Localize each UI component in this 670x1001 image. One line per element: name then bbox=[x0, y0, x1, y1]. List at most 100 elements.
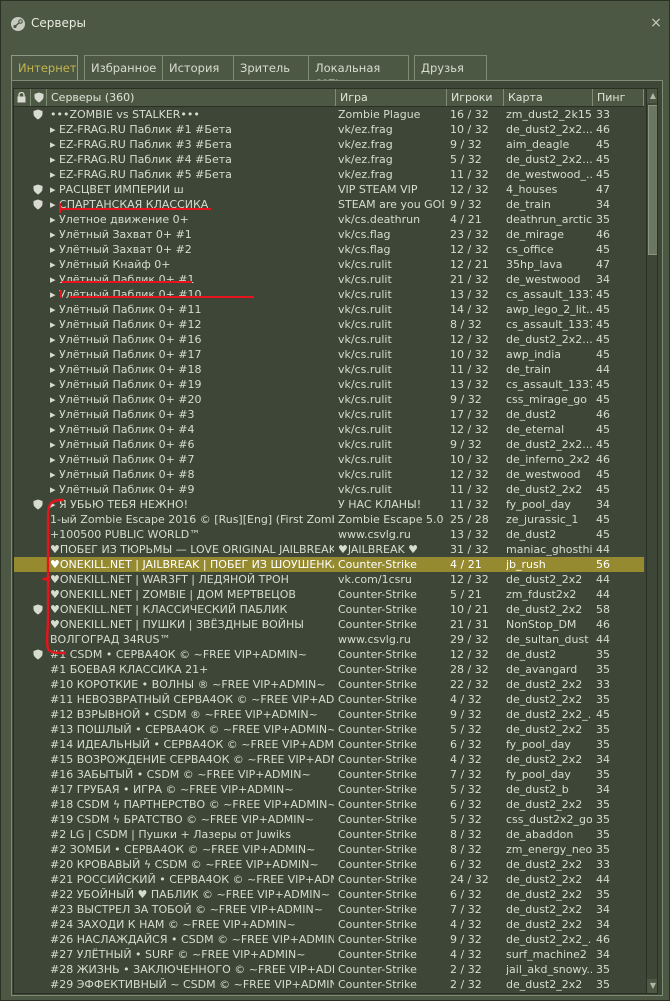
table-row[interactable]: #23 ВЫСТРЕЛ ЗА ТОБОЙ © ~FREE VIP+ADMIN~ C… bbox=[14, 902, 644, 917]
server-game: Counter-Strike bbox=[338, 948, 417, 961]
table-row[interactable]: ▸ Улётный Паблик 0+ #19 vk/cs.rulit 13 / 3… bbox=[14, 377, 644, 392]
tab-internet[interactable]: Интернет bbox=[11, 55, 78, 81]
column-servers[interactable]: Серверы (360) bbox=[47, 89, 336, 106]
table-row[interactable]: #13 ПОШЛЫЙ • СЕРВА4ОК © ~FREE VIP+ADMIN~… bbox=[14, 722, 644, 737]
server-ping: 35 bbox=[596, 648, 610, 661]
server-map: deathrun_arctic bbox=[506, 213, 592, 226]
table-row[interactable]: ▸ Улётный Паблик 0+ #3 vk/cs.rulit 17 / 32… bbox=[14, 407, 644, 422]
table-row[interactable]: ♥ONEKILL.NET | ZOMBIE | ДОМ МЕРТВЕЦОВ Cou… bbox=[14, 587, 644, 602]
table-row[interactable]: ▸ Улётный Захват 0+ #2 vk/cs.flag 12 / 32 c… bbox=[14, 242, 644, 257]
table-row[interactable]: ▸ Улетное движение 0+ vk/cs.deathrun 4 / 2… bbox=[14, 212, 644, 227]
scroll-down-button[interactable]: ▼ bbox=[647, 979, 657, 993]
server-name: ▸ РАСЦВЕТ ИМПЕРИИ ꟺ bbox=[50, 183, 184, 196]
table-row[interactable]: ▸ Я УБЬЮ ТЕБЯ НЕЖНО! У НАС КЛАНЫ! 11 / 32 f… bbox=[14, 497, 644, 512]
table-row[interactable]: #27 УЛЁТНЫЙ • SURF © ~FREE VIP+ADMIN~ Cou… bbox=[14, 947, 644, 962]
vertical-scrollbar[interactable]: ▲ ▼ bbox=[646, 89, 657, 993]
server-ping: 33 bbox=[596, 678, 610, 691]
tab-spectator[interactable]: Зритель bbox=[233, 55, 309, 80]
server-ping: 35 bbox=[596, 213, 610, 226]
table-row[interactable]: ВОЛГОГРАД 34RUS™ www.csvlg.ru 29 / 32 de_su… bbox=[14, 632, 644, 647]
server-game: Counter-Strike bbox=[338, 783, 417, 796]
server-map: de_dust2_2x2 bbox=[506, 978, 583, 991]
table-row[interactable]: #17 ГРУБАЯ • ИГРА © ~FREE VIP+ADMIN~ Coun… bbox=[14, 782, 644, 797]
table-row[interactable]: ▸ Улётный Паблик 0+ #1 vk/cs.rulit 21 / 32… bbox=[14, 272, 644, 287]
table-row[interactable]: #2 LG | CSDM | Пушки + Лазеры от Juwiks C… bbox=[14, 827, 644, 842]
table-row[interactable]: ♥ONEKILL.NET | ПУШКИ | ЗВЁЗДНЫЕ ВОЙНЫ Cou… bbox=[14, 617, 644, 632]
title-bar[interactable]: Серверы × bbox=[1, 1, 669, 45]
column-map[interactable]: Карта bbox=[504, 89, 593, 106]
server-game: VIP STEAM VIP bbox=[338, 183, 418, 196]
server-map: fy_pool_day bbox=[506, 498, 571, 511]
server-game: vk/cs.rulit bbox=[338, 483, 392, 496]
table-row[interactable]: ♥ONEKILL.NET | КЛАССИЧЕСКИЙ ПАБЛИК Counte… bbox=[14, 602, 644, 617]
table-row[interactable]: #20 КРОВАВЫЙ ϟ CSDM © ~FREE VIP+ADMIN~ Co… bbox=[14, 857, 644, 872]
server-ping: 45 bbox=[596, 513, 610, 526]
server-game: Counter-Strike bbox=[338, 618, 417, 631]
table-row[interactable]: #15 ВОЗРОЖДЕНИЕ СЕРВА4ОК © ~FREE VIP+ADM… bbox=[14, 752, 644, 767]
table-row[interactable]: #19 CSDM ϟ БРАТСТВО © ~FREE VIP+ADMIN~ Co… bbox=[14, 812, 644, 827]
table-row[interactable]: #10 КОРОТКИЕ • ВОЛНЫ ® ~FREE VIP+ADMIN~ C… bbox=[14, 677, 644, 692]
table-row[interactable]: #16 ЗАБЫТЫЙ • CSDM © ~FREE VIP+ADMIN~ Cou… bbox=[14, 767, 644, 782]
table-row[interactable]: #22 УБОЙНЫЙ ♥ ПАБЛИК © ~FREE VIP+ADMIN~ C… bbox=[14, 887, 644, 902]
table-row[interactable]: ♥ONEKILL.NET | JAILBREAK | ПОБЕГ ИЗ ШОУШ… bbox=[14, 557, 644, 572]
server-game: vk/cs.rulit bbox=[338, 303, 392, 316]
server-game: vk/ez.frag bbox=[338, 138, 393, 151]
table-row[interactable]: #1 CSDM • СЕРВА4ОК © ~FREE VIP+ADMIN~ Cou… bbox=[14, 647, 644, 662]
table-row[interactable]: ▸ Улётный Паблик 0+ #12 vk/cs.rulit 8 / 32… bbox=[14, 317, 644, 332]
table-row[interactable]: #29 ЭФФЕКТИВНЫЙ ~ CSDM © ~FREE VIP+ADMIN… bbox=[14, 977, 644, 992]
table-row[interactable]: ▸ Улётный Паблик 0+ #4 vk/cs.rulit 12 / 32… bbox=[14, 422, 644, 437]
tab-favorites[interactable]: Избранное bbox=[84, 55, 163, 80]
table-row[interactable]: #28 ЖИЗНЬ • ЗАКЛЮЧЕННОГО © ~FREE VIP+ADM… bbox=[14, 962, 644, 977]
table-row[interactable]: #1 БОЕВАЯ КЛАССИКА 21+ Counter-Strike 28 /… bbox=[14, 662, 644, 677]
close-button[interactable]: × bbox=[649, 15, 663, 31]
table-row[interactable]: #26 НАСЛАЖДАЙСЯ • CSDM © ~FREE VIP+ADMIN… bbox=[14, 932, 644, 947]
table-row[interactable]: ▸ Улётный Паблик 0+ #16 vk/cs.rulit 12 / 3… bbox=[14, 332, 644, 347]
table-row[interactable]: #12 ВЗРЫВНОЙ • CSDM ® ~FREE VIP+ADMIN~ Co… bbox=[14, 707, 644, 722]
table-row[interactable]: ▸ EZ-FRAG.RU Паблик #1 #Бета vk/ez.frag 10… bbox=[14, 122, 644, 137]
table-row[interactable]: ▸ Улётный Захват 0+ #1 vk/cs.flag 23 / 32 d… bbox=[14, 227, 644, 242]
annotation-underline bbox=[60, 290, 62, 298]
column-password[interactable] bbox=[14, 89, 31, 106]
table-row[interactable]: ♥ONEKILL.NET | WAR3FT | ЛЕДЯНОЙ ТРОН vk.c… bbox=[14, 572, 644, 587]
table-row[interactable]: ▸ РАСЦВЕТ ИМПЕРИИ ꟺ VIP STEAM VIP 12 / 32 4… bbox=[14, 182, 644, 197]
scroll-up-button[interactable]: ▲ bbox=[647, 89, 657, 103]
server-ping: 34 bbox=[596, 948, 610, 961]
column-secure[interactable] bbox=[31, 89, 47, 106]
table-row[interactable]: #18 CSDM ϟ ПАРТНЕРСТВО © ~FREE VIP+ADMIN… bbox=[14, 797, 644, 812]
table-row[interactable]: ♥ПОБЕГ ИЗ ТЮРЬМЫ — LOVE ORIGINAL JAILBRE… bbox=[14, 542, 644, 557]
tab-history[interactable]: История bbox=[162, 55, 234, 80]
server-game: Counter-Strike bbox=[338, 603, 417, 616]
table-row[interactable]: ▸ Улётный Паблик 0+ #6 vk/cs.rulit 9 / 32 d… bbox=[14, 437, 644, 452]
table-row[interactable]: #2 ЗОМБИ • СЕРВА4ОК © ~FREE VIP+ADMIN~ Co… bbox=[14, 842, 644, 857]
tab-friends[interactable]: Друзья bbox=[414, 55, 487, 80]
table-row[interactable]: ▸ EZ-FRAG.RU Паблик #3 #Бета vk/ez.frag 9 … bbox=[14, 137, 644, 152]
column-game[interactable]: Игра bbox=[336, 89, 447, 106]
table-row[interactable]: ▸ Улётный Паблик 0+ #10 vk/cs.rulit 13 / 3… bbox=[14, 287, 644, 302]
tab-lan[interactable]: Локальная сеть bbox=[308, 55, 409, 89]
table-row[interactable]: #24 ЗАХОДИ К НАМ © ~FREE VIP+ADMIN~ Count… bbox=[14, 917, 644, 932]
column-players[interactable]: Игроки bbox=[447, 89, 504, 106]
scroll-thumb[interactable] bbox=[648, 105, 657, 255]
table-row[interactable]: •••ZOMBIE vs STALKER••• Zombie Plague 16 /… bbox=[14, 107, 644, 122]
table-row[interactable]: ▸ EZ-FRAG.RU Паблик #5 #Бета vk/ez.frag 11… bbox=[14, 167, 644, 182]
table-row[interactable]: ▸ Улётный Паблик 0+ #18 vk/cs.rulit 11 / 3… bbox=[14, 362, 644, 377]
table-row[interactable]: ▸ Улётный Паблик 0+ #8 vk/cs.rulit 12 / 32… bbox=[14, 467, 644, 482]
lock-icon bbox=[17, 92, 26, 103]
server-players: 11 / 32 bbox=[450, 483, 489, 496]
table-row[interactable]: ▸ Улётный Паблик 0+ #9 vk/cs.rulit 11 / 32… bbox=[14, 482, 644, 497]
table-row[interactable]: ▸ Улётный Паблик 0+ #17 vk/cs.rulit 10 / 3… bbox=[14, 347, 644, 362]
table-row[interactable]: 1-ый Zombie Escape 2016 © [Rus][Eng] (Fi… bbox=[14, 512, 644, 527]
table-row[interactable]: ▸ Улётный Паблик 0+ #11 vk/cs.rulit 14 / 3… bbox=[14, 302, 644, 317]
table-row[interactable]: #14 ИДЕАЛЬНЫЙ • СЕРВА4ОК © ~FREE VIP+ADM… bbox=[14, 737, 644, 752]
server-players: 12 / 32 bbox=[450, 648, 489, 661]
column-ping[interactable]: Пинг bbox=[593, 89, 644, 106]
server-name: ♥ONEKILL.NET | JAILBREAK | ПОБЕГ ИЗ ШОУШ… bbox=[50, 558, 334, 571]
table-row[interactable]: +100500 PUBLIC WORLD™ www.csvlg.ru 13 / 32… bbox=[14, 527, 644, 542]
table-row[interactable]: ▸ EZ-FRAG.RU Паблик #4 #Бета vk/ez.frag 5 … bbox=[14, 152, 644, 167]
table-row[interactable]: #21 РОССИЙСКИЙ • СЕРВА4ОК © ~FREE VIP+AD… bbox=[14, 872, 644, 887]
table-row[interactable]: ▸ Улётный Паблик 0+ #7 vk/cs.rulit 10 / 32… bbox=[14, 452, 644, 467]
server-map: cs_assault_1337 bbox=[506, 378, 592, 391]
table-row[interactable]: ▸ Улётный Паблик 0+ #20 vk/cs.rulit 9 / 32… bbox=[14, 392, 644, 407]
table-row[interactable]: #11 НЕВОЗВРАТНЫЙ СЕРВА4ОК © ~FREE VIP+AD… bbox=[14, 692, 644, 707]
table-row[interactable]: ▸ Улётный Кнайф 0+ vk/cs.rulit 12 / 21 35hp… bbox=[14, 257, 644, 272]
